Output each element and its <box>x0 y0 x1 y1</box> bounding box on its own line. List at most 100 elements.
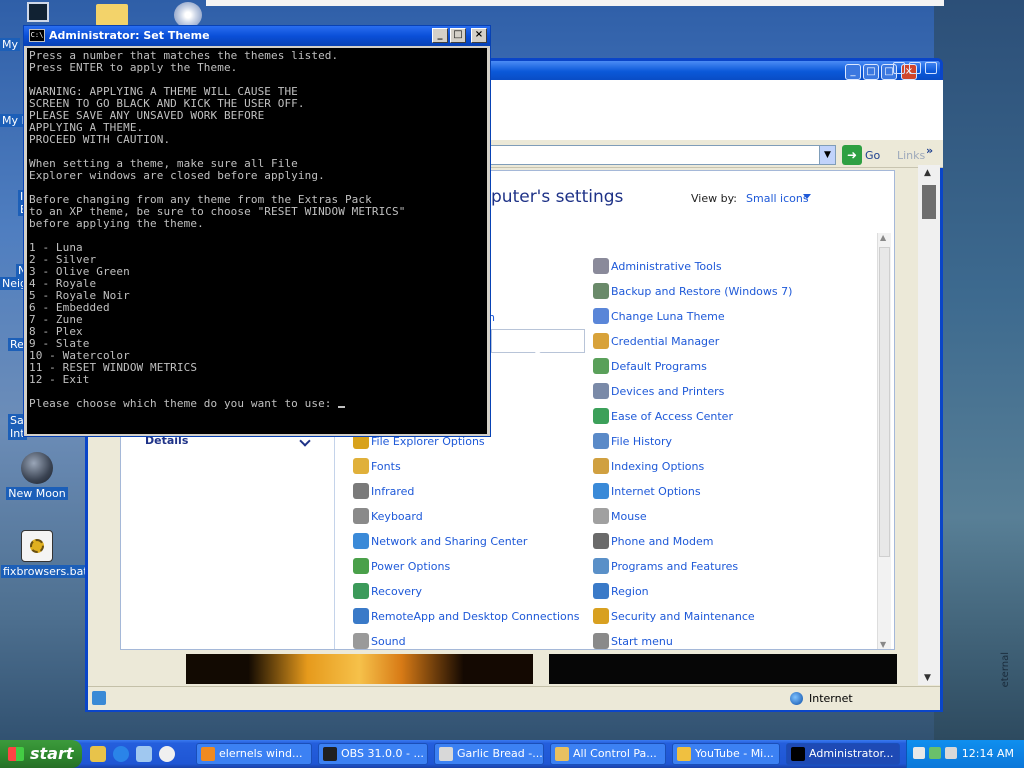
minimize-icon[interactable] <box>893 62 905 74</box>
taskbar-button-label: elernels wind... <box>219 747 303 760</box>
control-panel-item[interactable]: Ease of Access Center <box>593 408 733 424</box>
maximize-icon[interactable]: □ <box>863 64 879 80</box>
control-panel-item-label: Devices and Printers <box>611 385 725 398</box>
control-panel-item-icon <box>593 458 609 474</box>
control-panel-item[interactable]: Keyboard <box>353 508 423 524</box>
control-panel-item-label: Phone and Modem <box>611 535 714 548</box>
globe-icon <box>790 692 803 705</box>
control-panel-item-icon <box>353 533 369 549</box>
control-panel-item-icon <box>593 433 609 449</box>
taskbar-button[interactable]: All Control Pa... <box>550 743 666 765</box>
chevron-right-icon[interactable]: » <box>926 144 933 157</box>
control-panel-item[interactable]: File History <box>593 433 672 449</box>
maximize-icon[interactable] <box>909 62 921 74</box>
control-panel-item[interactable]: Region <box>593 583 649 599</box>
control-panel-item[interactable]: Internet Options <box>593 483 701 499</box>
control-panel-item[interactable]: Default Programs <box>593 358 707 374</box>
chevron-down-icon[interactable]: ▼ <box>819 146 835 164</box>
console-window[interactable]: C:\ Administrator: Set Theme _ □ × Press… <box>23 25 491 437</box>
maximize-button[interactable]: □ <box>450 28 466 43</box>
console-line: Explorer windows are closed before apply… <box>29 169 325 182</box>
desktop-icon-new-moon[interactable]: New Moon <box>1 452 73 500</box>
control-panel-item[interactable]: Administrative Tools <box>593 258 722 274</box>
app-icon <box>791 747 805 761</box>
folder-icon[interactable] <box>96 4 128 26</box>
control-panel-item-label: Network and Sharing Center <box>371 535 528 548</box>
control-panel-item-icon <box>593 408 609 424</box>
control-panel-item[interactable]: Change Luna Theme <box>593 308 725 324</box>
control-panel-item-label: Power Options <box>371 560 451 573</box>
taskbar-button-label: Garlic Bread -... <box>457 747 543 760</box>
taskbar-button[interactable]: Administrator... <box>786 743 900 765</box>
control-panel-item[interactable]: Indexing Options <box>593 458 704 474</box>
control-panel-item-icon <box>353 558 369 574</box>
control-panel-item[interactable]: Fonts <box>353 458 401 474</box>
system-tray: 12:14 AM <box>906 740 1024 768</box>
control-panel-item[interactable]: RemoteApp and Desktop Connections <box>353 608 579 624</box>
desktop-icon-fixbrowsers[interactable]: fixbrowsers.bat <box>1 530 90 578</box>
control-panel-item-label: Backup and Restore (Windows 7) <box>611 285 793 298</box>
control-panel-item[interactable]: Credential Manager <box>593 333 719 349</box>
content-scrollbar[interactable]: ▲ ▼ <box>877 233 891 649</box>
close-button[interactable]: × <box>471 28 487 43</box>
zone-label: Internet <box>809 692 853 705</box>
batch-file-icon <box>21 530 53 562</box>
control-panel-item-icon <box>593 533 609 549</box>
scroll-up-icon[interactable]: ▲ <box>880 233 886 242</box>
minimize-icon[interactable]: _ <box>845 64 861 80</box>
control-panel-item[interactable]: Start menu <box>593 633 673 649</box>
scroll-up-icon[interactable]: ▲ <box>924 168 931 178</box>
control-panel-item[interactable]: Devices and Printers <box>593 383 724 399</box>
taskbar-button[interactable]: elernels wind... <box>196 743 312 765</box>
control-panel-item-icon <box>593 483 609 499</box>
taskbar: start elernels wind... OBS 31.0.0 - ... Ga… <box>0 740 1024 768</box>
control-panel-item[interactable]: Phone and Modem <box>593 533 713 549</box>
taskbar-button-label: All Control Pa... <box>573 747 657 760</box>
taskbar-button-label: Administrator... <box>809 747 894 760</box>
control-panel-item[interactable]: Infrared <box>353 483 414 499</box>
start-button[interactable]: start <box>0 740 82 768</box>
minimize-button[interactable]: _ <box>432 28 448 43</box>
chevron-down-icon[interactable] <box>803 194 811 199</box>
window-scrollbar[interactable]: ▲ ▼ <box>918 165 940 685</box>
browser-icon[interactable] <box>113 746 129 762</box>
desktop-edge-label[interactable]: My <box>0 38 21 51</box>
tray-network-icon[interactable] <box>929 747 941 759</box>
taskbar-button[interactable]: Garlic Bread -... <box>434 743 544 765</box>
control-panel-item-icon <box>353 458 369 474</box>
taskbar-button[interactable]: YouTube - Mi... <box>672 743 780 765</box>
close-icon[interactable] <box>925 62 937 74</box>
control-panel-item-icon <box>593 258 609 274</box>
control-panel-item[interactable]: Backup and Restore (Windows 7) <box>593 283 792 299</box>
tray-arrow-icon[interactable] <box>913 747 925 759</box>
go-arrow-icon[interactable]: ➜ <box>842 145 862 165</box>
player-icon[interactable] <box>159 746 175 762</box>
scroll-thumb[interactable] <box>922 185 936 219</box>
links-button[interactable]: Links <box>897 149 925 162</box>
control-panel-item[interactable]: Network and Sharing Center <box>353 533 527 549</box>
address-input[interactable]: ▼ <box>490 145 836 165</box>
scroll-down-icon[interactable]: ▼ <box>924 673 931 683</box>
top-white-bar <box>206 0 944 6</box>
console-output[interactable]: Press a number that matches the themes l… <box>27 48 487 434</box>
control-panel-item[interactable]: Power Options <box>353 558 450 574</box>
control-panel-item[interactable]: Mouse <box>593 508 647 524</box>
clock[interactable]: 12:14 AM <box>962 747 1014 760</box>
control-panel-item[interactable]: Programs and Features <box>593 558 738 574</box>
control-panel-item[interactable]: Sound <box>353 633 406 649</box>
console-title-bar[interactable]: C:\ Administrator: Set Theme <box>24 26 490 46</box>
control-panel-item-label: Credential Manager <box>611 335 720 348</box>
media-icon[interactable] <box>136 746 152 762</box>
control-panel-item[interactable]: Security and Maintenance <box>593 608 755 624</box>
console-line: 7 - Zune <box>29 313 83 326</box>
tray-volume-icon[interactable] <box>945 747 957 759</box>
taskbar-button[interactable]: OBS 31.0.0 - ... <box>318 743 428 765</box>
go-button[interactable]: Go <box>865 149 880 162</box>
show-desktop-icon[interactable] <box>90 746 106 762</box>
scroll-down-icon[interactable]: ▼ <box>880 640 886 649</box>
view-by-dropdown[interactable]: Small icons <box>746 192 809 205</box>
outer-window-controls <box>893 60 941 78</box>
scroll-thumb[interactable] <box>879 247 890 557</box>
control-panel-item[interactable]: Recovery <box>353 583 422 599</box>
